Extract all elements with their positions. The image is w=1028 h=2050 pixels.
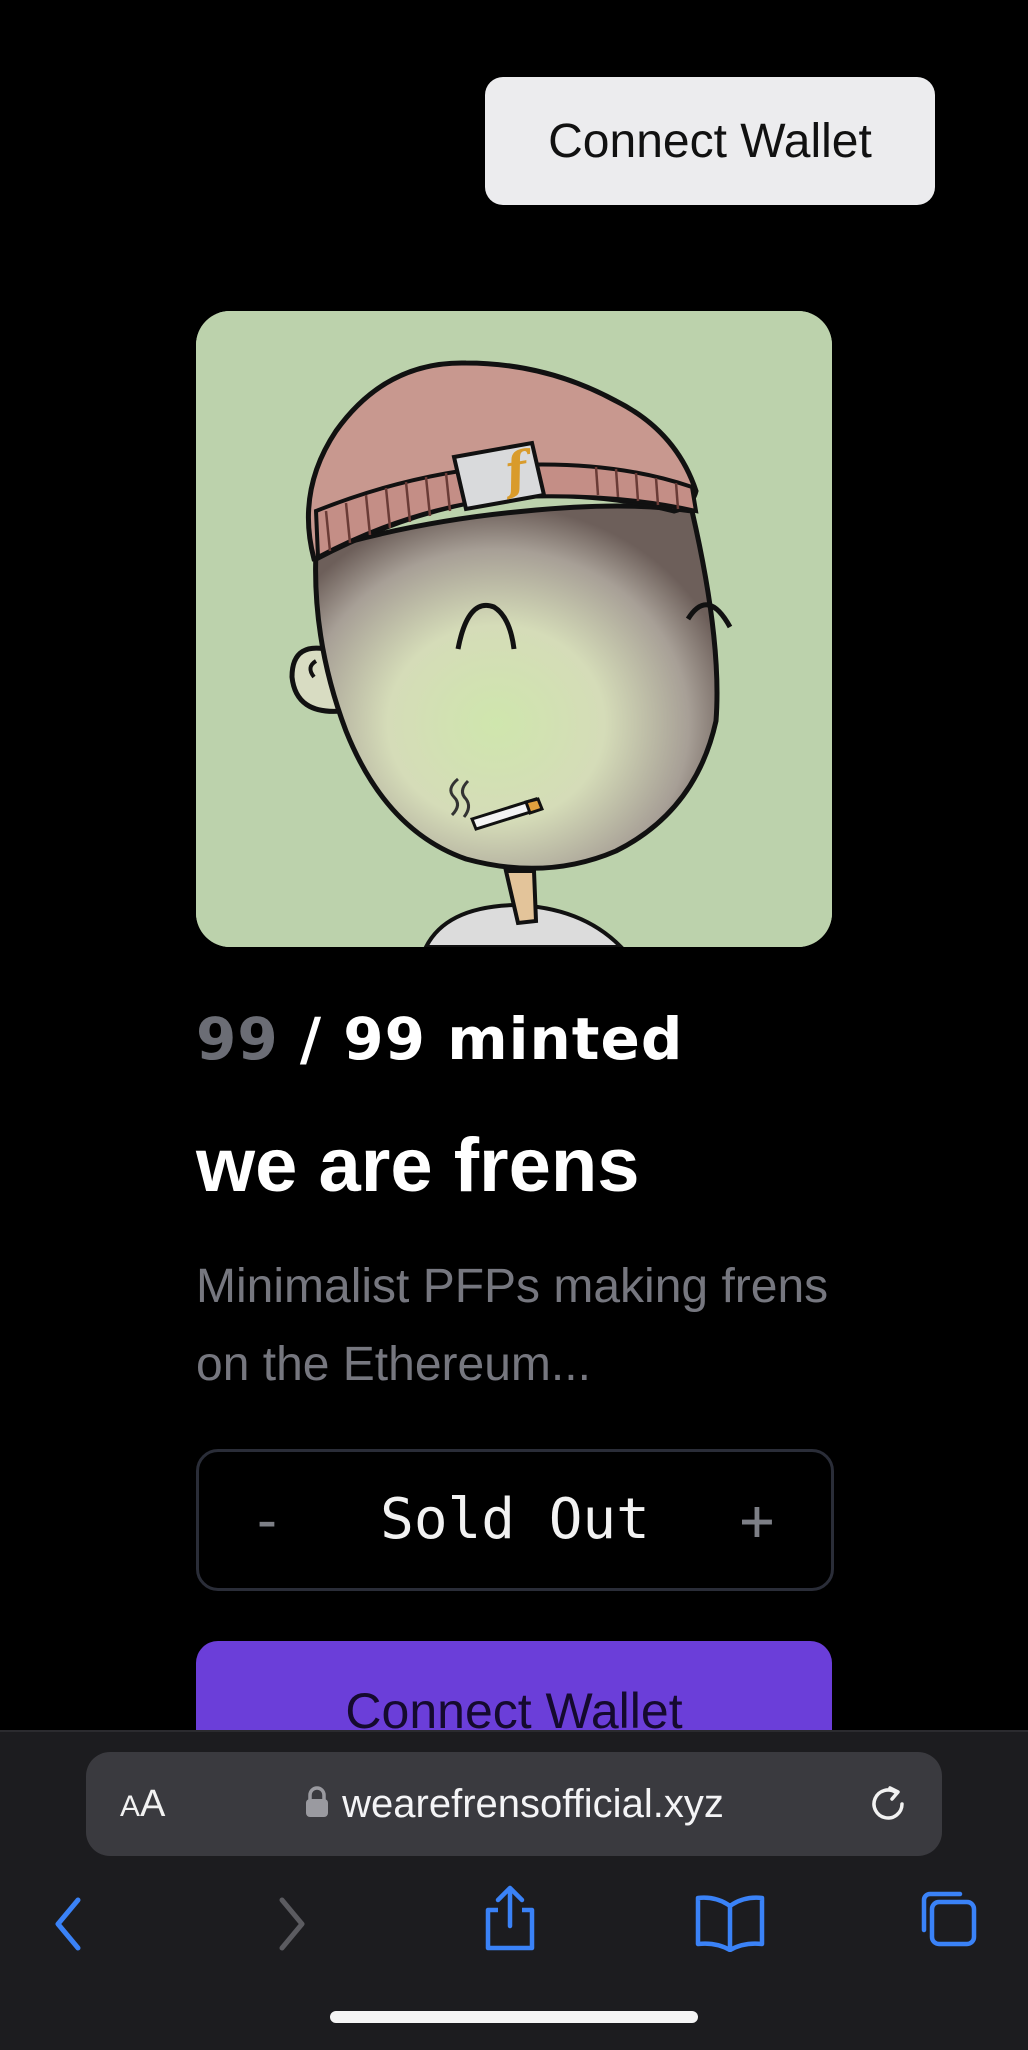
reload-icon[interactable] (864, 1780, 912, 1833)
minted-count: 99 (196, 1005, 279, 1073)
book-icon[interactable] (694, 1892, 766, 1957)
address-bar[interactable]: AA wearefrensofficial.xyz (86, 1752, 942, 1856)
minted-total: / 99 minted (278, 1005, 684, 1073)
home-indicator[interactable] (330, 2011, 698, 2023)
collection-description: Minimalist PFPs making frens on the Ethe… (196, 1260, 829, 1391)
minted-counter: 99 / 99 minted (196, 1005, 683, 1073)
chevron-left-icon[interactable] (48, 1894, 88, 1959)
lock-icon (304, 1785, 330, 1823)
tabs-icon[interactable] (918, 1888, 978, 1953)
nft-preview-image: f (196, 311, 832, 947)
share-icon[interactable] (480, 1882, 540, 1959)
connect-wallet-button[interactable]: Connect Wallet (485, 77, 935, 205)
collection-title: we are frens (196, 1123, 640, 1208)
hat-patch-letter: f (500, 439, 532, 502)
quantity-stepper: - Sold Out + (196, 1449, 834, 1591)
browser-toolbar: AA wearefrensofficial.xyz (0, 1730, 1028, 2050)
url-text: wearefrensofficial.xyz (342, 1781, 724, 1826)
chevron-right-icon[interactable] (272, 1894, 312, 1959)
increment-button[interactable]: + (717, 1452, 797, 1588)
